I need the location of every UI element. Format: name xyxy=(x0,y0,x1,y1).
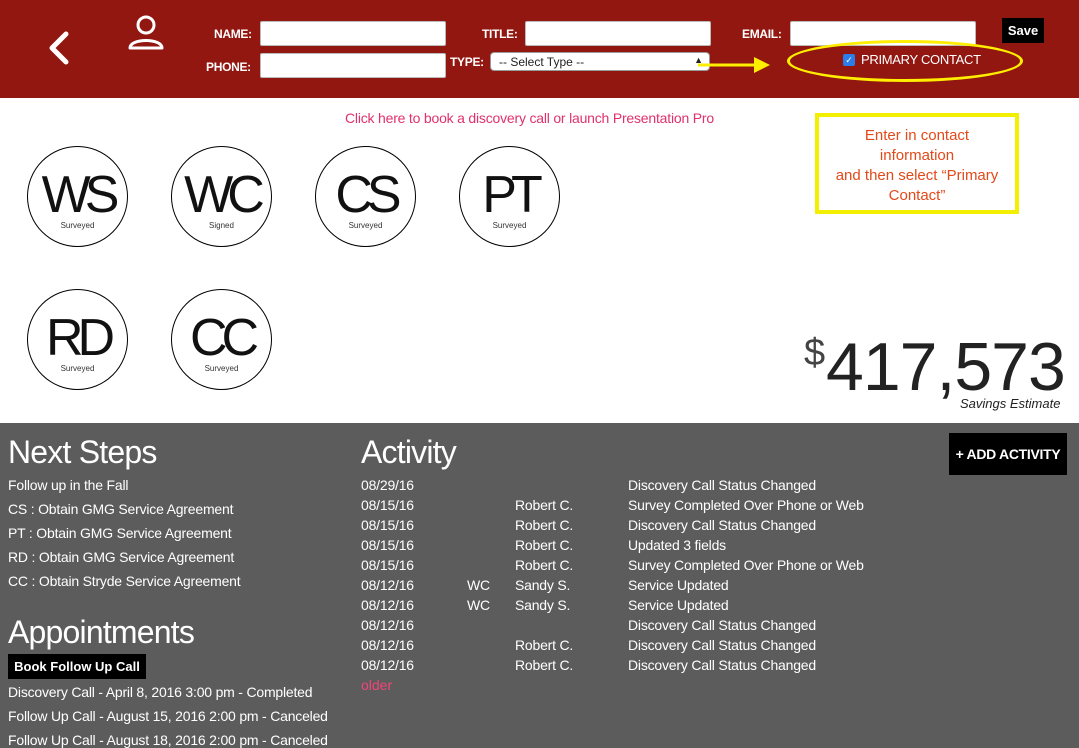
activity-date: 08/29/16 xyxy=(361,477,414,493)
activity-row: 08/15/16 Robert C. Survey Completed Over… xyxy=(361,557,921,577)
appointment-item: Follow Up Call - August 18, 2016 2:00 pm… xyxy=(8,732,328,748)
service-status: Surveyed xyxy=(204,364,239,373)
checkbox-checked-icon[interactable]: ✓ xyxy=(843,53,855,66)
activity-user: Sandy S. xyxy=(515,597,571,613)
book-follow-up-button[interactable]: Book Follow Up Call xyxy=(8,654,146,679)
annotation-note: Enter in contact information and then se… xyxy=(815,113,1019,214)
service-circle-rd[interactable]: RD Surveyed xyxy=(27,289,128,390)
service-code: PT xyxy=(482,166,542,224)
activity-date: 08/15/16 xyxy=(361,517,414,533)
activity-desc: Service Updated xyxy=(628,577,729,593)
title-label: TITLE: xyxy=(482,27,518,41)
activity-desc: Updated 3 fields xyxy=(628,537,726,553)
service-circle-ws[interactable]: WS Surveyed xyxy=(27,146,128,247)
service-circle-cs[interactable]: CS Surveyed xyxy=(315,146,416,247)
activity-desc: Discovery Call Status Changed xyxy=(628,517,816,533)
activity-date: 08/15/16 xyxy=(361,537,414,553)
activity-desc: Discovery Call Status Changed xyxy=(628,637,816,653)
activity-row: 08/15/16 Robert C. Discovery Call Status… xyxy=(361,517,921,537)
activity-row: 08/12/16 Robert C. Discovery Call Status… xyxy=(361,657,921,677)
appointment-item: Follow Up Call - August 15, 2016 2:00 pm… xyxy=(8,708,328,724)
name-label: NAME: xyxy=(214,27,252,41)
book-discovery-link[interactable]: Click here to book a discovery call or l… xyxy=(345,110,714,126)
activity-user: Robert C. xyxy=(515,637,574,653)
service-status: Surveyed xyxy=(60,364,95,373)
service-code: WC xyxy=(184,166,265,224)
activity-row: 08/12/16 Discovery Call Status Changed xyxy=(361,617,921,637)
next-step-item: PT : Obtain GMG Service Agreement xyxy=(8,525,232,541)
activity-row: 08/12/16 WC Sandy S. Service Updated xyxy=(361,577,921,597)
activity-code: WC xyxy=(467,597,490,613)
name-input[interactable] xyxy=(260,21,446,46)
older-activity-link[interactable]: older xyxy=(361,677,392,693)
primary-contact-label: PRIMARY CONTACT xyxy=(861,52,981,67)
activity-date: 08/12/16 xyxy=(361,637,414,653)
contact-header: NAME: TITLE: EMAIL: Save PHONE: TYPE: --… xyxy=(0,0,1079,98)
savings-amount: 417,573 xyxy=(826,329,1066,405)
activity-row: 08/29/16 Discovery Call Status Changed xyxy=(361,477,921,497)
appointment-item: Discovery Call - April 8, 2016 3:00 pm -… xyxy=(8,684,313,700)
activity-date: 08/12/16 xyxy=(361,617,414,633)
activity-row: 08/12/16 WC Sandy S. Service Updated xyxy=(361,597,921,617)
service-circle-wc[interactable]: WC Signed xyxy=(171,146,272,247)
email-label: EMAIL: xyxy=(742,27,782,41)
next-step-item: Follow up in the Fall xyxy=(8,477,129,493)
service-code: CC xyxy=(189,309,259,367)
activity-user: Robert C. xyxy=(515,497,574,513)
activity-user: Sandy S. xyxy=(515,577,571,593)
service-status: Signed xyxy=(209,221,234,230)
activity-date: 08/15/16 xyxy=(361,557,414,573)
service-status: Surveyed xyxy=(348,221,383,230)
activity-code: WC xyxy=(467,577,490,593)
phone-label: PHONE: xyxy=(206,60,251,74)
primary-contact-toggle[interactable]: ✓ PRIMARY CONTACT xyxy=(843,52,981,67)
activity-user: Robert C. xyxy=(515,517,574,533)
chevron-left-icon[interactable] xyxy=(44,30,74,66)
activity-user: Robert C. xyxy=(515,537,574,553)
service-status: Surveyed xyxy=(60,221,95,230)
activity-desc: Discovery Call Status Changed xyxy=(628,617,816,633)
activity-desc: Service Updated xyxy=(628,597,729,613)
activity-user: Robert C. xyxy=(515,657,574,673)
appointments-title: Appointments xyxy=(8,614,195,650)
service-status: Surveyed xyxy=(492,221,527,230)
activity-desc: Discovery Call Status Changed xyxy=(628,657,816,673)
savings-label: Savings Estimate xyxy=(960,396,1061,411)
type-select-value: -- Select Type -- xyxy=(499,55,585,69)
activity-row: 08/15/16 Robert C. Updated 3 fields xyxy=(361,537,921,557)
activity-desc: Survey Completed Over Phone or Web xyxy=(628,497,864,513)
user-icon xyxy=(128,15,164,50)
service-code: WS xyxy=(41,166,120,224)
note-line: Contact” xyxy=(888,187,946,204)
type-select[interactable]: -- Select Type -- ▲ xyxy=(490,52,710,71)
activity-title: Activity xyxy=(361,434,457,470)
activity-row: 08/12/16 Robert C. Discovery Call Status… xyxy=(361,637,921,657)
save-button[interactable]: Save xyxy=(1002,18,1044,43)
activity-date: 08/12/16 xyxy=(361,657,414,673)
type-label: TYPE: xyxy=(450,55,484,69)
next-step-item: CS : Obtain GMG Service Agreement xyxy=(8,501,234,517)
activity-date: 08/15/16 xyxy=(361,497,414,513)
activity-date: 08/12/16 xyxy=(361,597,414,613)
note-line: Enter in contact xyxy=(864,127,970,144)
phone-input[interactable] xyxy=(260,53,446,78)
next-step-item: RD : Obtain GMG Service Agreement xyxy=(8,549,235,565)
activity-row: 08/15/16 Robert C. Survey Completed Over… xyxy=(361,497,921,517)
service-circle-cc[interactable]: CC Surveyed xyxy=(171,289,272,390)
title-input[interactable] xyxy=(525,21,711,46)
add-activity-button[interactable]: + ADD ACTIVITY xyxy=(949,433,1067,475)
activity-desc: Discovery Call Status Changed xyxy=(628,477,816,493)
next-step-item: CC : Obtain Stryde Service Agreement xyxy=(8,573,241,589)
next-steps-title: Next Steps xyxy=(8,434,157,470)
activity-date: 08/12/16 xyxy=(361,577,414,593)
activity-user: Robert C. xyxy=(515,557,574,573)
service-code: CS xyxy=(335,166,401,224)
activity-desc: Survey Completed Over Phone or Web xyxy=(628,557,864,573)
savings-currency: $ xyxy=(804,332,826,374)
note-line: information xyxy=(879,147,955,164)
service-circle-pt[interactable]: PT Surveyed xyxy=(459,146,560,247)
service-code: RD xyxy=(45,309,115,367)
arrow-annotation-icon xyxy=(698,57,770,73)
note-line: and then select “Primary xyxy=(835,167,999,184)
